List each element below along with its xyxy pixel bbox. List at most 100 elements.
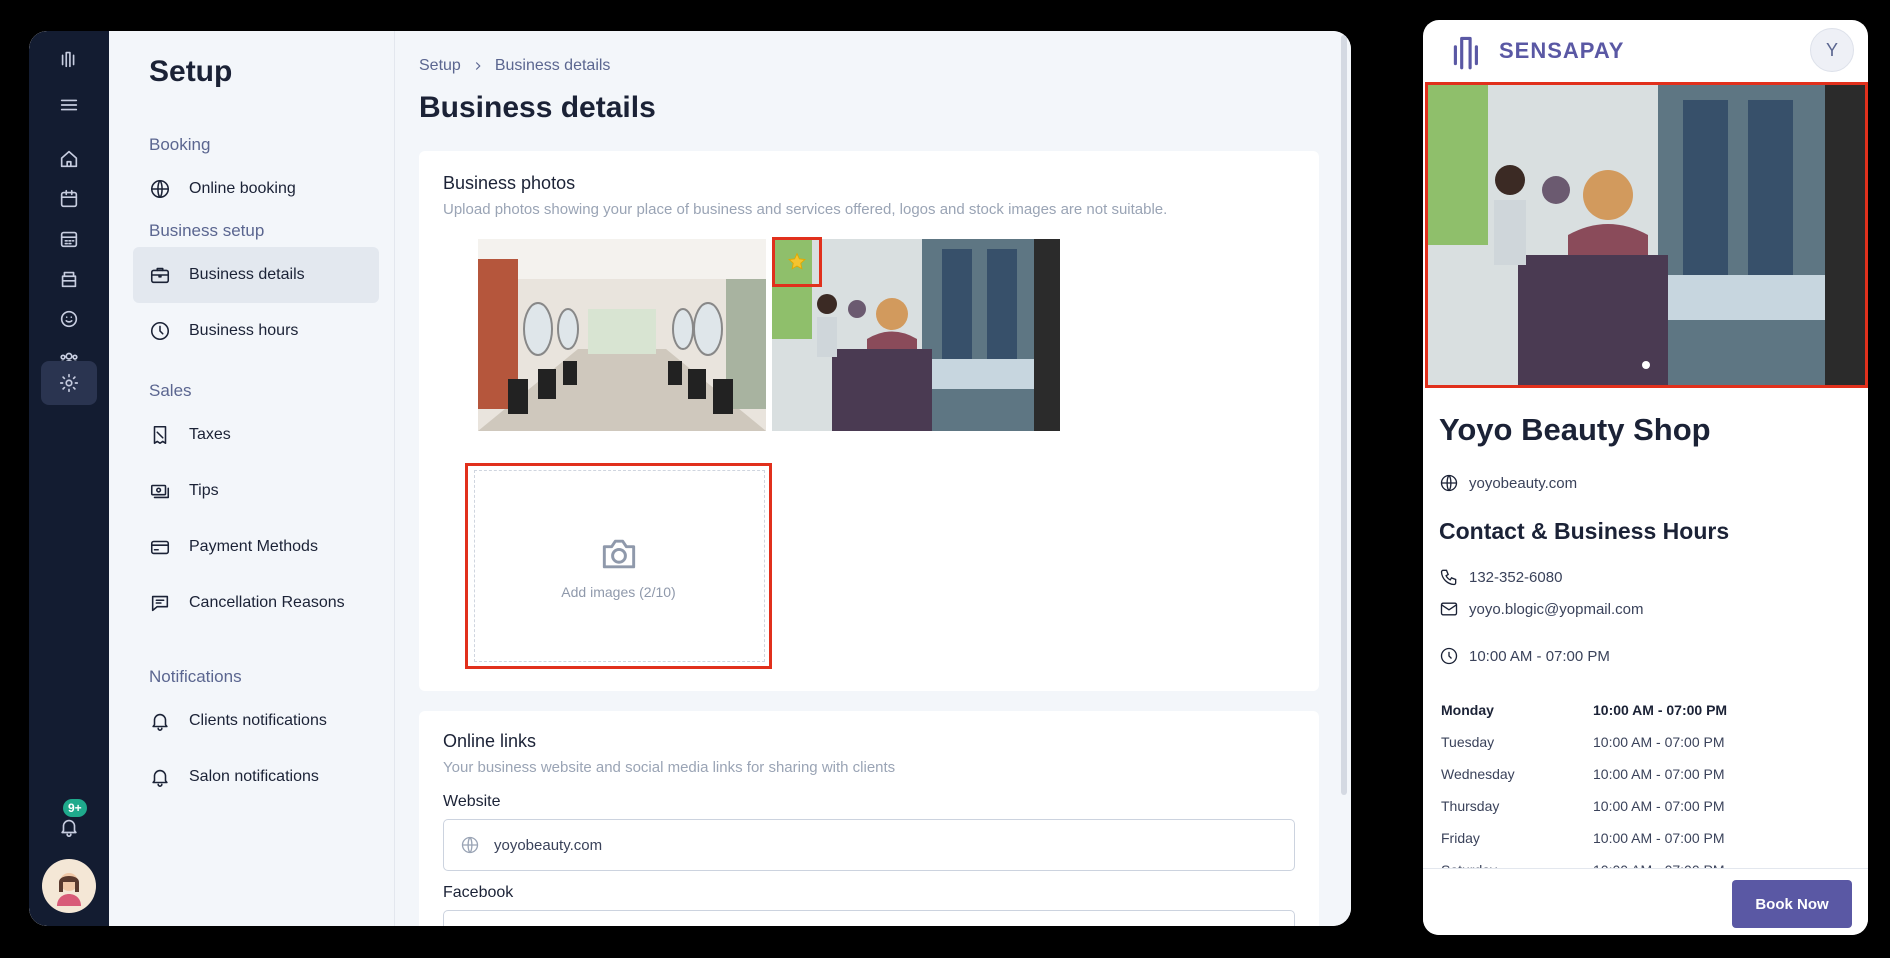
brand-name: SENSAPAY <box>1499 38 1625 63</box>
phone-header: SENSAPAY Y <box>1423 20 1868 82</box>
sidebar-item-label: Payment Methods <box>189 538 318 555</box>
add-images-label: Add images (2/10) <box>561 584 676 600</box>
user-avatar[interactable] <box>42 859 96 913</box>
hero-image-carousel[interactable] <box>1425 82 1868 388</box>
website-label: Website <box>443 793 501 810</box>
hours-day: Wednesday <box>1441 766 1515 782</box>
email-address[interactable]: yoyo.blogic@yopmail.com <box>1469 601 1643 618</box>
sidebar-item-business-details[interactable]: Business details <box>133 247 379 303</box>
facebook-field[interactable] <box>443 910 1295 926</box>
hours-row: Monday 10:00 AM - 07:00 PM <box>1441 694 1727 726</box>
email-row[interactable]: yoyo.blogic@yopmail.com <box>1439 599 1643 619</box>
sidebar-section-booking: Booking <box>149 135 211 154</box>
hero-photo-icon <box>1428 85 1865 385</box>
main-scrollbar[interactable] <box>1341 35 1347 795</box>
hours-row: Friday 10:00 AM - 07:00 PM <box>1441 822 1727 854</box>
bell-icon <box>152 713 168 731</box>
inventory-icon[interactable] <box>53 263 85 295</box>
message-icon <box>151 595 169 612</box>
website-input[interactable] <box>494 836 1194 854</box>
desktop-window: 9+ Setup Booking Online booking Business… <box>29 31 1351 926</box>
camera-icon <box>602 539 635 569</box>
hours-day: Friday <box>1441 830 1480 846</box>
sidebar-item-label: Clients notifications <box>189 712 327 729</box>
globe-icon <box>461 836 479 854</box>
shop-website[interactable]: yoyobeauty.com <box>1469 475 1577 492</box>
today-hours-row: 10:00 AM - 07:00 PM <box>1439 646 1610 666</box>
shop-website-row[interactable]: yoyobeauty.com <box>1439 473 1577 493</box>
card-title: Online links <box>443 731 537 751</box>
star-icon <box>788 252 806 270</box>
card-subtitle: Upload photos showing your place of busi… <box>443 201 1168 218</box>
hours-row: Thursday 10:00 AM - 07:00 PM <box>1441 790 1727 822</box>
home-icon[interactable] <box>53 143 85 175</box>
sidebar-item-tips[interactable]: Tips <box>133 463 379 519</box>
cash-icon <box>150 484 170 499</box>
hours-time: 10:00 AM - 07:00 PM <box>1593 702 1728 718</box>
phone-icon <box>1440 569 1457 586</box>
clock-icon <box>1440 647 1458 665</box>
sidebar-item-label: Salon notifications <box>189 768 319 785</box>
salon-interior-photo-icon <box>478 239 766 431</box>
globe-icon <box>150 179 170 199</box>
app-logo-icon[interactable] <box>53 43 85 75</box>
card-subtitle: Your business website and social media l… <box>443 759 896 776</box>
chevron-right-icon <box>475 62 481 70</box>
phone-user-avatar[interactable]: Y <box>1810 28 1854 72</box>
hours-time: 10:00 AM - 07:00 PM <box>1593 766 1725 782</box>
website-field[interactable] <box>443 819 1295 871</box>
shop-name: Yoyo Beauty Shop <box>1439 412 1711 447</box>
sidebar-item-online-booking[interactable]: Online booking <box>133 161 379 217</box>
mail-icon <box>1440 602 1458 616</box>
clock-icon <box>150 321 170 341</box>
sidebar-title: Setup <box>149 55 233 88</box>
add-images-button[interactable]: Add images (2/10) <box>465 463 772 669</box>
contact-hours-title: Contact & Business Hours <box>1439 518 1730 544</box>
breadcrumb-parent-link[interactable]: Setup <box>419 57 461 75</box>
sidebar-item-business-hours[interactable]: Business hours <box>133 303 379 359</box>
sidebar-item-cancellation-reasons[interactable]: Cancellation Reasons <box>133 575 379 631</box>
phone-footer: Book Now <box>1423 868 1868 935</box>
smile-icon[interactable] <box>53 303 85 335</box>
phone-number-row[interactable]: 132-352-6080 <box>1439 567 1562 587</box>
card-title: Business photos <box>443 173 576 193</box>
book-now-button[interactable]: Book Now <box>1732 880 1852 928</box>
hours-row: Tuesday 10:00 AM - 07:00 PM <box>1441 726 1727 758</box>
calendar-icon[interactable] <box>53 183 85 215</box>
sidebar-item-label: Online booking <box>189 180 296 197</box>
today-hours: 10:00 AM - 07:00 PM <box>1469 647 1610 665</box>
carousel-dot[interactable] <box>1642 361 1650 369</box>
breadcrumb: Setup Business details <box>419 57 610 75</box>
sidebar-item-clients-notifications[interactable]: Clients notifications <box>133 693 379 749</box>
sidebar-item-label: Cancellation Reasons <box>189 594 345 611</box>
schedule-icon[interactable] <box>53 223 85 255</box>
hours-time: 10:00 AM - 07:00 PM <box>1593 798 1725 814</box>
briefcase-icon <box>150 267 170 284</box>
sidebar-section-business-setup: Business setup <box>149 221 265 240</box>
breadcrumb-current: Business details <box>494 57 611 74</box>
phone-preview: SENSAPAY Y Yoyo Beauty Shop yoyobeauty.c… <box>1423 20 1868 935</box>
bell-icon <box>152 769 168 787</box>
sidebar-item-payment-methods[interactable]: Payment Methods <box>133 519 379 575</box>
phone-number[interactable]: 132-352-6080 <box>1469 569 1562 586</box>
cover-photo-marker[interactable] <box>772 237 822 287</box>
globe-icon <box>1440 474 1458 492</box>
notification-count-badge: 9+ <box>63 799 87 817</box>
menu-icon[interactable] <box>53 89 85 121</box>
online-links-card: Online links Your business website and s… <box>419 711 1319 926</box>
icon-nav-bar: 9+ <box>29 31 109 926</box>
settings-icon[interactable] <box>41 361 97 405</box>
sidebar-item-label: Business details <box>189 266 305 283</box>
hours-day: Tuesday <box>1441 734 1495 750</box>
card-icon <box>150 540 170 555</box>
hours-time: 10:00 AM - 07:00 PM <box>1593 734 1725 750</box>
hours-table: Monday 10:00 AM - 07:00 PM Tuesday 10:00 A… <box>1441 694 1727 886</box>
hours-time: 10:00 AM - 07:00 PM <box>1593 830 1725 846</box>
sidebar-item-salon-notifications[interactable]: Salon notifications <box>133 749 379 805</box>
hours-row: Wednesday 10:00 AM - 07:00 PM <box>1441 758 1727 790</box>
page-title: Business details <box>419 91 656 124</box>
business-photo-1[interactable] <box>478 239 766 431</box>
facebook-label: Facebook <box>443 884 514 901</box>
sidebar-item-taxes[interactable]: Taxes <box>133 407 379 463</box>
main-content: Setup Business details Business details … <box>395 31 1351 926</box>
